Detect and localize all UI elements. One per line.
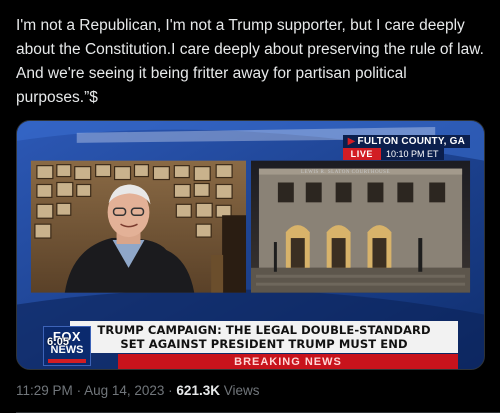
views-label: Views: [223, 383, 260, 398]
broadcast-time: 10:10 PM ET: [381, 148, 444, 160]
building-sign: LEWIS R. SLATON COURTHOUSE: [301, 170, 390, 175]
location-label: FULTON COUNTY, GA: [357, 136, 465, 147]
tweet-time[interactable]: 11:29 PM: [16, 383, 73, 398]
tweet-date[interactable]: Aug 14, 2023: [84, 383, 164, 398]
views-count: 621.3K: [176, 383, 220, 398]
headline-line-1: TRUMP CAMPAIGN: THE LEGAL DOUBLE-STANDAR…: [97, 323, 431, 337]
courthouse-panel: [250, 160, 471, 293]
guest-panel: [30, 160, 247, 293]
headline-chyron: TRUMP CAMPAIGN: THE LEGAL DOUBLE-STANDAR…: [70, 321, 458, 353]
live-badge: LIVE: [342, 148, 382, 160]
location-tag: ▶ FULTON COUNTY, GA LIVE 10:10 PM ET: [342, 135, 470, 160]
tweet-text: I'm not a Republican, I'm not a Trump su…: [16, 17, 484, 106]
tweet-meta: 11:29 PM · Aug 14, 2023 · 621.3K Views: [16, 383, 260, 398]
broadcast-clock: 6:05: [47, 336, 70, 348]
video-media[interactable]: LEWIS R. SLATON COURTHOUSE ▶ FULTON COUNT…: [16, 120, 485, 370]
breaking-news-bar: BREAKING NEWS: [118, 354, 458, 369]
headline-line-2: SET AGAINST PRESIDENT TRUMP MUST END: [120, 337, 408, 351]
meta-separator: ·: [76, 383, 85, 398]
play-marker-icon: ▶: [347, 136, 356, 147]
